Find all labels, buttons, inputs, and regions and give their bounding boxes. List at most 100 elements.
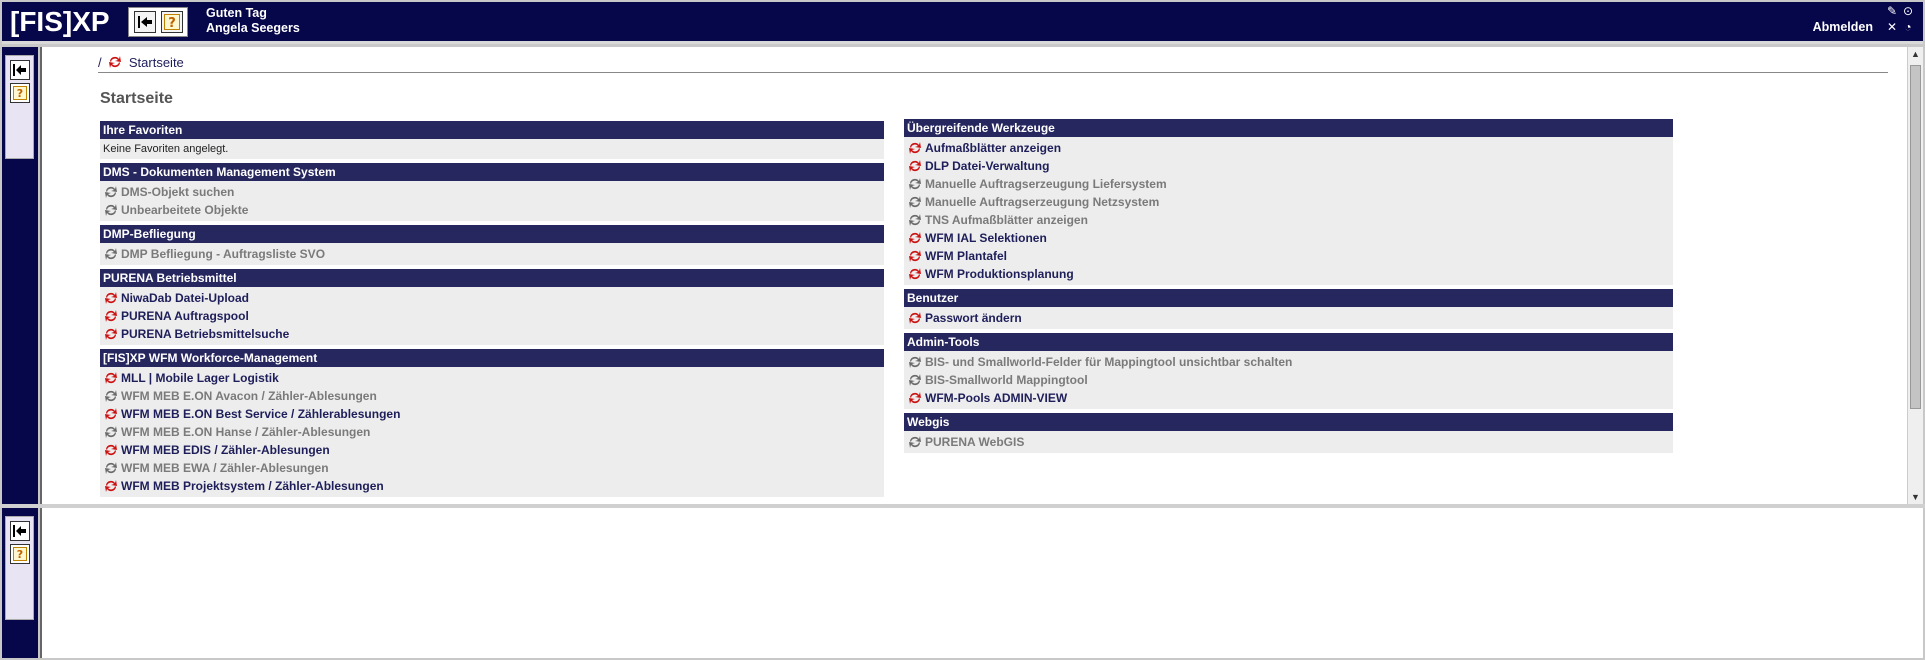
settings-icon[interactable]: ⊙ xyxy=(1901,4,1915,18)
section-separator xyxy=(100,497,884,501)
menu-link[interactable]: BIS-Smallworld Mappingtool xyxy=(907,371,1673,389)
menu-link[interactable]: DLP Datei-Verwaltung xyxy=(907,157,1673,175)
section-panel: Übergreifende Werkzeuge Aufmaßblätter anz… xyxy=(904,119,1673,285)
menu-link[interactable]: PURENA WebGIS xyxy=(907,433,1673,451)
rail-collapse-button[interactable] xyxy=(10,60,30,80)
breadcrumb-separator: / xyxy=(98,55,102,70)
menu-link[interactable]: WFM-Pools ADMIN-VIEW xyxy=(907,389,1673,407)
refresh-red-icon xyxy=(909,160,921,172)
collapse-left-icon xyxy=(13,64,26,76)
menu-link-label: WFM MEB E.ON Hanse / Zähler-Ablesungen xyxy=(121,425,371,439)
section-panel: Webgis PURENA WebGIS xyxy=(904,413,1673,453)
menu-link[interactable]: TNS Aufmaßblätter anzeigen xyxy=(907,211,1673,229)
rail-panel: ? xyxy=(5,55,34,159)
section-title: Webgis xyxy=(904,413,1673,431)
menu-link-label: Passwort ändern xyxy=(925,311,1022,325)
refresh-grey-icon xyxy=(105,248,117,260)
menu-link-label: Manuelle Auftragserzeugung Liefersystem xyxy=(925,177,1167,191)
rail-collapse-button[interactable] xyxy=(10,521,30,541)
section-body: DMP Befliegung - Auftragsliste SVO xyxy=(100,243,884,265)
menu-link[interactable]: DMP Befliegung - Auftragsliste SVO xyxy=(103,245,884,263)
refresh-red-icon xyxy=(909,268,921,280)
menu-link[interactable]: WFM Plantafel xyxy=(907,247,1673,265)
refresh-grey-icon xyxy=(105,390,117,402)
scroll-down-icon[interactable]: ▼ xyxy=(1911,492,1920,502)
menu-link[interactable]: WFM Produktionsplanung xyxy=(907,265,1673,283)
menu-link[interactable]: WFM MEB EDIS / Zähler-Ablesungen xyxy=(103,441,884,459)
section-title: Übergreifende Werkzeuge xyxy=(904,119,1673,137)
section-panel: Benutzer Passwort ändern xyxy=(904,289,1673,329)
greeting-text: Guten Tag xyxy=(206,6,267,20)
menu-link[interactable]: PURENA Auftragspool xyxy=(103,307,884,325)
section-body: Keine Favoriten angelegt. xyxy=(100,139,884,159)
menu-link[interactable]: Aufmaßblätter anzeigen xyxy=(907,139,1673,157)
menu-link-label: DLP Datei-Verwaltung xyxy=(925,159,1050,173)
section-separator xyxy=(904,453,1673,457)
menu-link[interactable]: WFM MEB E.ON Avacon / Zähler-Ablesungen xyxy=(103,387,884,405)
menu-link-label: WFM MEB E.ON Best Service / Zählerablesu… xyxy=(121,407,401,421)
menu-link-label: MLL | Mobile Lager Logistik xyxy=(121,371,279,385)
collapse-left-icon xyxy=(13,525,26,537)
svg-text:?: ? xyxy=(17,87,23,100)
refresh-red-icon xyxy=(909,232,921,244)
refresh-grey-icon xyxy=(909,178,921,190)
help-button[interactable]: ? xyxy=(161,11,183,33)
menu-link[interactable]: WFM MEB E.ON Best Service / Zählerablesu… xyxy=(103,405,884,423)
refresh-red-icon xyxy=(105,480,117,492)
section-body: MLL | Mobile Lager Logistik WFM MEB E.ON … xyxy=(100,367,884,497)
svg-text:?: ? xyxy=(168,16,176,30)
rail-help-button[interactable]: ? xyxy=(10,544,30,564)
menu-link[interactable]: Manuelle Auftragserzeugung Netzsystem xyxy=(907,193,1673,211)
menu-link[interactable]: BIS- und Smallworld-Felder für Mappingto… xyxy=(907,353,1673,371)
menu-link[interactable]: WFM MEB E.ON Hanse / Zähler-Ablesungen xyxy=(103,423,884,441)
menu-link-label: WFM IAL Selektionen xyxy=(925,231,1047,245)
rail-panel: ? xyxy=(5,516,34,620)
refresh-red-icon xyxy=(105,310,117,322)
menu-link[interactable]: Manuelle Auftragserzeugung Liefersystem xyxy=(907,175,1673,193)
section-panel: DMP-Befliegung DMP Befliegung - Auftragsl… xyxy=(100,225,884,265)
menu-link-label: WFM MEB EDIS / Zähler-Ablesungen xyxy=(121,443,330,457)
menu-link[interactable]: PURENA Betriebsmittelsuche xyxy=(103,325,884,343)
collapse-left-icon xyxy=(138,16,152,28)
svg-text:?: ? xyxy=(17,548,23,561)
clock-icon[interactable]: ◔ xyxy=(1901,20,1915,34)
section-panel: PURENA Betriebsmittel NiwaDab Datei-Uploa… xyxy=(100,269,884,345)
breadcrumb: / Startseite xyxy=(98,55,1888,73)
menu-link[interactable]: WFM MEB Projektsystem / Zähler-Ablesunge… xyxy=(103,477,884,495)
edit-icon[interactable]: ✎ xyxy=(1885,4,1899,18)
menu-link-label: DMP Befliegung - Auftragsliste SVO xyxy=(121,247,326,261)
refresh-grey-icon xyxy=(105,462,117,474)
refresh-red-icon xyxy=(909,250,921,262)
collapse-nav-button[interactable] xyxy=(134,11,156,33)
section-body: DMS-Objekt suchen Unbearbeitete Objekte xyxy=(100,181,884,221)
close-icon[interactable]: ✕ xyxy=(1885,20,1899,34)
menu-link[interactable]: MLL | Mobile Lager Logistik xyxy=(103,369,884,387)
section-title: DMS - Dokumenten Management System xyxy=(100,163,884,181)
menu-link[interactable]: NiwaDab Datei-Upload xyxy=(103,289,884,307)
refresh-grey-icon xyxy=(105,426,117,438)
refresh-grey-icon xyxy=(909,374,921,386)
vertical-scrollbar[interactable]: ▲ ▼ xyxy=(1907,47,1923,504)
top-header: [FIS]XP ? Guten Tag Angela Seegers Abmel… xyxy=(2,2,1923,44)
menu-link-label: PURENA WebGIS xyxy=(925,435,1025,449)
menu-link[interactable]: Passwort ändern xyxy=(907,309,1673,327)
menu-link[interactable]: Unbearbeitete Objekte xyxy=(103,201,884,219)
help-icon: ? xyxy=(13,547,27,561)
logout-link[interactable]: Abmelden xyxy=(1813,20,1873,34)
rail-help-button[interactable]: ? xyxy=(10,83,30,103)
refresh-red-icon xyxy=(909,312,921,324)
menu-link[interactable]: WFM MEB EWA / Zähler-Ablesungen xyxy=(103,459,884,477)
breadcrumb-current[interactable]: Startseite xyxy=(129,55,184,70)
main-frame: / Startseite Startseite Ihre Favoriten Ke… xyxy=(40,47,1923,504)
window-controls: ✎ ⊙ ✕ ◔ xyxy=(1885,4,1917,36)
menu-link[interactable]: DMS-Objekt suchen xyxy=(103,183,884,201)
scroll-thumb[interactable] xyxy=(1910,65,1921,409)
scroll-up-icon[interactable]: ▲ xyxy=(1911,49,1920,59)
refresh-grey-icon xyxy=(909,436,921,448)
section-panel: Admin-Tools BIS- und Smallworld-Felder fü… xyxy=(904,333,1673,409)
refresh-grey-icon xyxy=(909,356,921,368)
menu-link-label: WFM MEB EWA / Zähler-Ablesungen xyxy=(121,461,329,475)
menu-link[interactable]: WFM IAL Selektionen xyxy=(907,229,1673,247)
bottom-frame xyxy=(40,508,1923,658)
left-rail-bottom: ? xyxy=(2,508,38,658)
